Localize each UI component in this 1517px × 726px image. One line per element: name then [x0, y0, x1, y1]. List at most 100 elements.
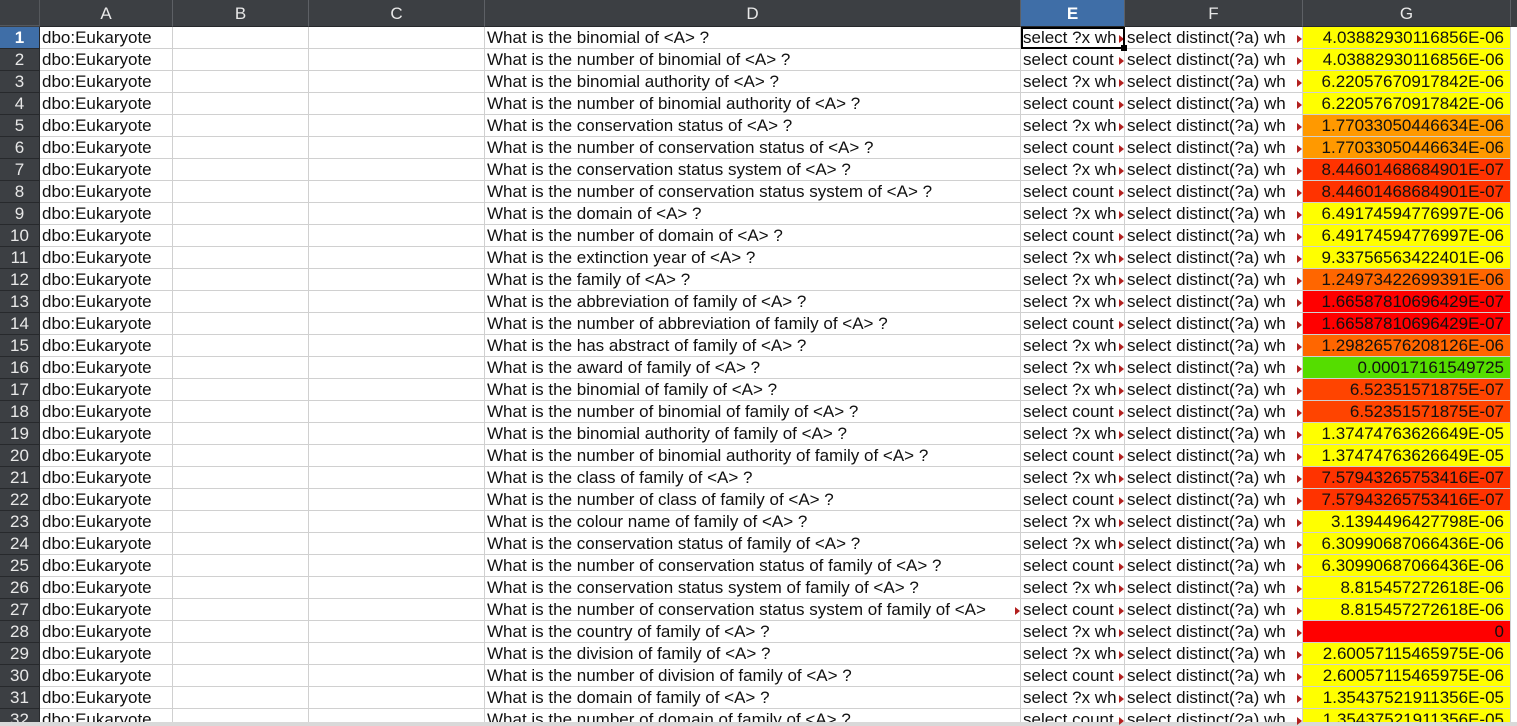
row-header[interactable]: 9: [0, 203, 40, 225]
cell-a[interactable]: dbo:Eukaryote: [40, 335, 173, 357]
cell-d[interactable]: What is the binomial authority of family…: [485, 423, 1021, 445]
cell-e[interactable]: select ?x wh: [1021, 687, 1125, 709]
row-header[interactable]: 10: [0, 225, 40, 247]
cell-c[interactable]: [309, 313, 485, 335]
cell-g[interactable]: 8.815457272618E-06: [1303, 577, 1511, 599]
cell-d[interactable]: What is the family of <A> ?: [485, 269, 1021, 291]
cell-d[interactable]: What is the binomial of family of <A> ?: [485, 379, 1021, 401]
cell-g[interactable]: 1.66587810696429E-07: [1303, 313, 1511, 335]
cell-g[interactable]: 4.03882930116856E-06: [1303, 27, 1511, 49]
cell-b[interactable]: [173, 159, 309, 181]
cell-f[interactable]: select distinct(?a) wh: [1125, 533, 1303, 555]
column-header-f[interactable]: F: [1125, 0, 1303, 27]
cell-a[interactable]: dbo:Eukaryote: [40, 621, 173, 643]
cell-a[interactable]: dbo:Eukaryote: [40, 401, 173, 423]
row-header[interactable]: 26: [0, 577, 40, 599]
cell-c[interactable]: [309, 379, 485, 401]
cell-c[interactable]: [309, 335, 485, 357]
cell-c[interactable]: [309, 357, 485, 379]
row-header[interactable]: 12: [0, 269, 40, 291]
cell-a[interactable]: dbo:Eukaryote: [40, 489, 173, 511]
cell-a[interactable]: dbo:Eukaryote: [40, 27, 173, 49]
cell-a[interactable]: dbo:Eukaryote: [40, 291, 173, 313]
cell-a[interactable]: dbo:Eukaryote: [40, 247, 173, 269]
column-header-e[interactable]: E: [1021, 0, 1125, 27]
cell-f[interactable]: select distinct(?a) wh: [1125, 269, 1303, 291]
cell-a[interactable]: dbo:Eukaryote: [40, 687, 173, 709]
cell-e[interactable]: select ?x wh: [1021, 467, 1125, 489]
cell-e[interactable]: select count: [1021, 49, 1125, 71]
cell-a[interactable]: dbo:Eukaryote: [40, 49, 173, 71]
cell-f[interactable]: select distinct(?a) wh: [1125, 159, 1303, 181]
cell-c[interactable]: [309, 401, 485, 423]
cell-g[interactable]: 4.03882930116856E-06: [1303, 49, 1511, 71]
column-header-b[interactable]: B: [173, 0, 309, 27]
cell-d[interactable]: What is the number of conservation statu…: [485, 181, 1021, 203]
cell-f[interactable]: select distinct(?a) wh: [1125, 357, 1303, 379]
cell-c[interactable]: [309, 577, 485, 599]
row-header[interactable]: 7: [0, 159, 40, 181]
cell-f[interactable]: select distinct(?a) wh: [1125, 49, 1303, 71]
spreadsheet-grid[interactable]: ABCDEFG 1 dbo:Eukaryote What is the binomi…: [0, 0, 1517, 726]
cell-c[interactable]: [309, 621, 485, 643]
cell-f[interactable]: select distinct(?a) wh: [1125, 335, 1303, 357]
cell-b[interactable]: [173, 115, 309, 137]
cell-g[interactable]: 1.77033050446634E-06: [1303, 137, 1511, 159]
cell-b[interactable]: [173, 687, 309, 709]
row-header[interactable]: 29: [0, 643, 40, 665]
cell-g[interactable]: 9.33756563422401E-06: [1303, 247, 1511, 269]
cell-c[interactable]: [309, 225, 485, 247]
cell-c[interactable]: [309, 203, 485, 225]
cell-e[interactable]: select ?x wh: [1021, 203, 1125, 225]
row-header[interactable]: 31: [0, 687, 40, 709]
cell-c[interactable]: [309, 49, 485, 71]
cell-b[interactable]: [173, 665, 309, 687]
cell-b[interactable]: [173, 445, 309, 467]
cell-d[interactable]: What is the has abstract of family of <A…: [485, 335, 1021, 357]
cell-c[interactable]: [309, 181, 485, 203]
cell-c[interactable]: [309, 445, 485, 467]
cell-e[interactable]: select count: [1021, 489, 1125, 511]
cell-c[interactable]: [309, 159, 485, 181]
cell-e[interactable]: select ?x wh: [1021, 643, 1125, 665]
cell-b[interactable]: [173, 71, 309, 93]
cell-d[interactable]: What is the number of binomial authority…: [485, 445, 1021, 467]
row-header[interactable]: 3: [0, 71, 40, 93]
cell-f[interactable]: select distinct(?a) wh: [1125, 423, 1303, 445]
row-header[interactable]: 27: [0, 599, 40, 621]
cell-g[interactable]: 8.44601468684901E-07: [1303, 159, 1511, 181]
cell-f[interactable]: select distinct(?a) wh: [1125, 555, 1303, 577]
cell-d[interactable]: What is the number of binomial authority…: [485, 93, 1021, 115]
cell-f[interactable]: select distinct(?a) wh: [1125, 247, 1303, 269]
cell-b[interactable]: [173, 225, 309, 247]
cell-a[interactable]: dbo:Eukaryote: [40, 577, 173, 599]
cell-b[interactable]: [173, 599, 309, 621]
cell-d[interactable]: What is the award of family of <A> ?: [485, 357, 1021, 379]
cell-b[interactable]: [173, 181, 309, 203]
cell-a[interactable]: dbo:Eukaryote: [40, 555, 173, 577]
cell-f[interactable]: select distinct(?a) wh: [1125, 313, 1303, 335]
cell-b[interactable]: [173, 533, 309, 555]
cell-g[interactable]: 6.52351571875E-07: [1303, 401, 1511, 423]
cell-c[interactable]: [309, 423, 485, 445]
cell-b[interactable]: [173, 357, 309, 379]
row-header[interactable]: 15: [0, 335, 40, 357]
cell-g[interactable]: 7.57943265753416E-07: [1303, 489, 1511, 511]
row-header[interactable]: 17: [0, 379, 40, 401]
cell-f[interactable]: select distinct(?a) wh: [1125, 137, 1303, 159]
cell-c[interactable]: [309, 467, 485, 489]
cell-b[interactable]: [173, 247, 309, 269]
cell-b[interactable]: [173, 423, 309, 445]
cell-a[interactable]: dbo:Eukaryote: [40, 379, 173, 401]
column-header-c[interactable]: C: [309, 0, 485, 27]
cell-c[interactable]: [309, 115, 485, 137]
cell-g[interactable]: 2.60057115465975E-06: [1303, 665, 1511, 687]
cell-a[interactable]: dbo:Eukaryote: [40, 665, 173, 687]
cell-b[interactable]: [173, 93, 309, 115]
cell-a[interactable]: dbo:Eukaryote: [40, 423, 173, 445]
cell-e[interactable]: select count: [1021, 599, 1125, 621]
cell-g[interactable]: 6.30990687066436E-06: [1303, 555, 1511, 577]
cell-b[interactable]: [173, 269, 309, 291]
cell-e[interactable]: select ?x wh: [1021, 269, 1125, 291]
row-header[interactable]: 8: [0, 181, 40, 203]
